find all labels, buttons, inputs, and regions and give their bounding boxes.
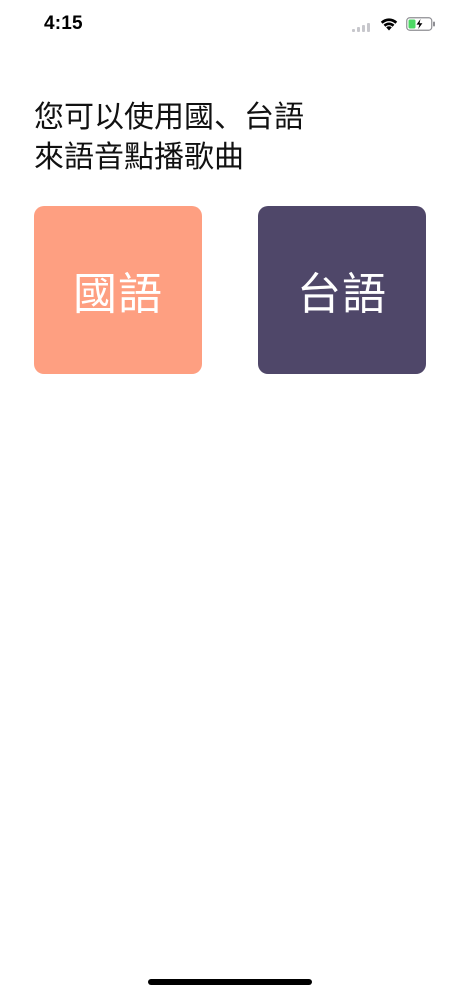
status-time: 4:15 [44, 13, 83, 34]
heading-line-2: 來語音點播歌曲 [34, 140, 244, 175]
wifi-icon [380, 18, 398, 31]
cellular-signal-icon [352, 22, 374, 32]
instruction-heading: 您可以使用國、台語 來語音點播歌曲 [34, 98, 434, 178]
home-indicator[interactable] [148, 979, 312, 985]
taiwanese-button-label: 台語 [297, 269, 387, 320]
taiwanese-button[interactable]: 台語 [258, 206, 426, 374]
battery-charging-icon [406, 17, 435, 31]
mandarin-button-label: 國語 [73, 269, 163, 320]
status-bar: 4:15 [0, 0, 460, 50]
heading-line-1: 您可以使用國、台語 [34, 100, 304, 135]
mandarin-button[interactable]: 國語 [34, 206, 202, 374]
